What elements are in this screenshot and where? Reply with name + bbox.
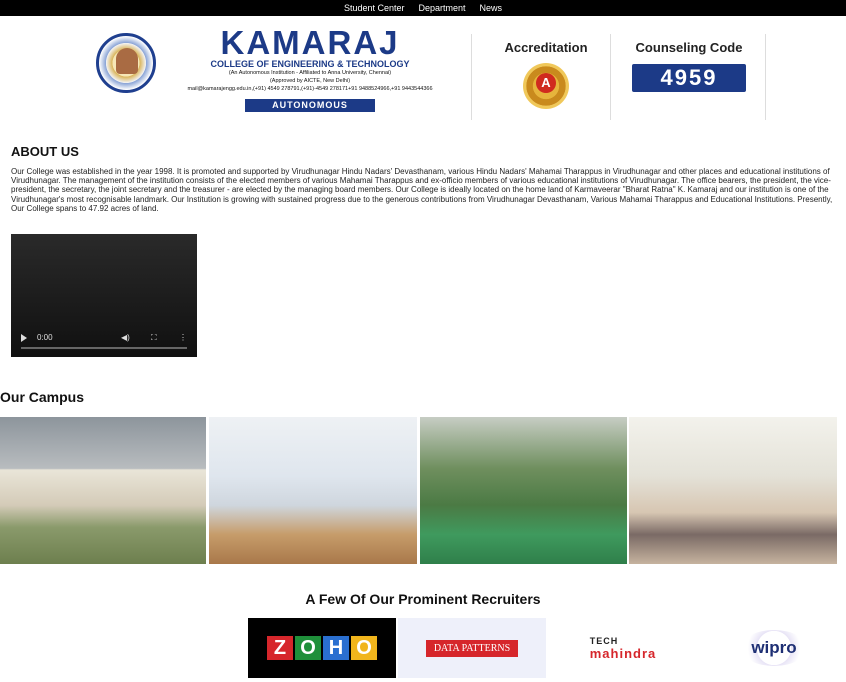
top-navigation: Student Center Department News	[0, 0, 846, 16]
video-progress-bar[interactable]	[21, 347, 187, 349]
affiliation-line: (An Autonomous Institution - Affiliated …	[228, 70, 392, 76]
accreditation-label: Accreditation	[504, 40, 588, 55]
college-brand[interactable]: KAMARAJ COLLEGE OF ENGINEERING & TECHNOL…	[180, 26, 440, 112]
about-heading: ABOUT US	[11, 144, 79, 159]
wipro-text: wipro	[741, 630, 807, 666]
nav-news[interactable]: News	[480, 3, 503, 13]
zoho-letter: Z	[267, 636, 293, 660]
naac-grade: A	[536, 73, 556, 93]
zoho-letter: H	[323, 636, 349, 660]
data-patterns-logo: DATA PATTERNS	[398, 618, 546, 678]
header-divider	[765, 34, 766, 120]
wipro-logo: wipro	[706, 618, 842, 678]
college-emblem-icon	[96, 33, 156, 93]
campus-photo-library	[629, 417, 837, 564]
tech-mahindra-bottom: mahindra	[589, 645, 657, 661]
campus-photo-indoor-court	[420, 417, 627, 564]
contact-line: mail@kamarajengg.edu.in,(+91) 4549 27879…	[187, 86, 433, 92]
counseling-block: Counseling Code 4959	[624, 40, 754, 92]
naac-seal-icon: A	[523, 63, 569, 109]
approval-line: (Approved by AICTE, New Delhi)	[269, 78, 351, 84]
header-divider	[471, 34, 472, 120]
about-text: Our College was established in the year …	[11, 167, 833, 213]
volume-icon[interactable]: ◀)	[121, 333, 130, 342]
play-icon[interactable]	[21, 334, 27, 342]
counseling-label: Counseling Code	[635, 40, 743, 55]
video-controls: 0:00 ◀) ⛶ ⋮	[11, 331, 197, 345]
campus-photo-building	[0, 417, 206, 564]
nav-student-center[interactable]: Student Center	[344, 3, 405, 13]
data-patterns-text: DATA PATTERNS	[425, 639, 519, 657]
counseling-code: 4959	[632, 64, 746, 92]
more-options-icon[interactable]: ⋮	[179, 333, 187, 342]
campus-heading: Our Campus	[0, 389, 85, 405]
fullscreen-icon[interactable]: ⛶	[151, 333, 157, 343]
campus-photo-computer-lab	[209, 417, 417, 564]
accreditation-block: Accreditation A	[491, 40, 601, 109]
tech-mahindra-logo: TECH mahindra	[548, 618, 698, 678]
tech-mahindra-top: TECH	[589, 635, 619, 646]
header-divider	[610, 34, 611, 120]
intro-video-player[interactable]: 0:00 ◀) ⛶ ⋮	[11, 234, 197, 357]
video-time: 0:00	[37, 333, 53, 342]
autonomous-badge: AUTONOMOUS	[245, 99, 375, 112]
nav-department[interactable]: Department	[419, 3, 466, 13]
recruiters-heading: A Few Of Our Prominent Recruiters	[305, 591, 541, 607]
college-subtitle: COLLEGE OF ENGINEERING & TECHNOLOGY	[210, 59, 410, 69]
college-name: KAMARAJ	[220, 24, 400, 61]
zoho-logo: ZOHO	[248, 618, 396, 678]
zoho-letter: O	[351, 636, 377, 660]
zoho-letter: O	[295, 636, 321, 660]
